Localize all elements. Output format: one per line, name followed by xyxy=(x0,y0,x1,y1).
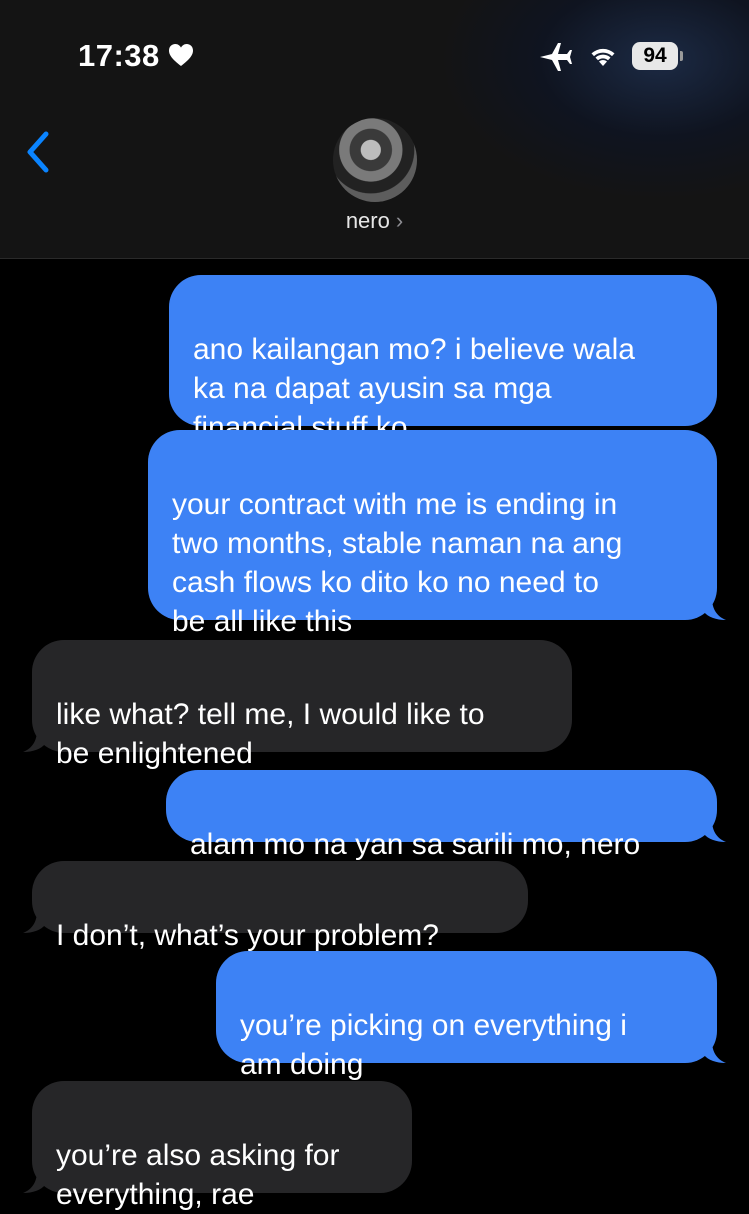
message-bubble-sent[interactable]: alam mo na yan sa sarili mo, nero xyxy=(166,770,726,861)
message-text: alam mo na yan sa sarili mo, nero xyxy=(190,828,641,861)
airplane-icon xyxy=(540,43,572,71)
status-time: 17:38 xyxy=(78,38,160,73)
bubble-tail xyxy=(704,820,726,842)
heart-icon xyxy=(169,44,193,66)
message-text: like what? tell me, I would like to be e… xyxy=(56,698,485,770)
message-text: I don’t, what’s your problem? xyxy=(56,919,439,952)
conversation-header: 17:38 94 nero › xyxy=(0,0,749,259)
back-chevron-icon[interactable] xyxy=(22,128,56,176)
chevron-right-icon: › xyxy=(395,208,404,233)
bubble-tail xyxy=(23,730,45,752)
message-text: you’re picking on everything i am doing xyxy=(240,1009,627,1081)
contact-name-row[interactable]: nero › xyxy=(0,208,749,234)
message-bubble-received[interactable]: you’re also asking for everything, rae xyxy=(23,1081,412,1211)
message-text: you’re also asking for everything, rae xyxy=(56,1139,340,1211)
battery-icon: 94 xyxy=(632,42,678,70)
message-text: your contract with me is ending in two m… xyxy=(172,488,623,638)
wifi-icon xyxy=(591,48,615,66)
battery-cap xyxy=(680,51,683,61)
message-bubble-received[interactable]: I don’t, what’s your problem? xyxy=(23,861,528,952)
avatar[interactable] xyxy=(333,118,417,202)
message-bubble-received[interactable]: like what? tell me, I would like to be e… xyxy=(23,640,572,770)
message-bubble-sent[interactable]: your contract with me is ending in two m… xyxy=(148,430,726,638)
message-bubble-sent[interactable]: ano kailangan mo? i believe wala ka na d… xyxy=(169,275,717,444)
contact-name: nero xyxy=(345,208,390,233)
bubble-tail xyxy=(23,1171,45,1193)
bubble-tail xyxy=(704,1041,726,1063)
bubble-tail xyxy=(704,598,726,620)
message-text: ano kailangan mo? i believe wala ka na d… xyxy=(193,333,635,444)
bubble-tail xyxy=(23,911,45,933)
message-bubble-sent[interactable]: you’re picking on everything i am doing xyxy=(216,951,726,1081)
